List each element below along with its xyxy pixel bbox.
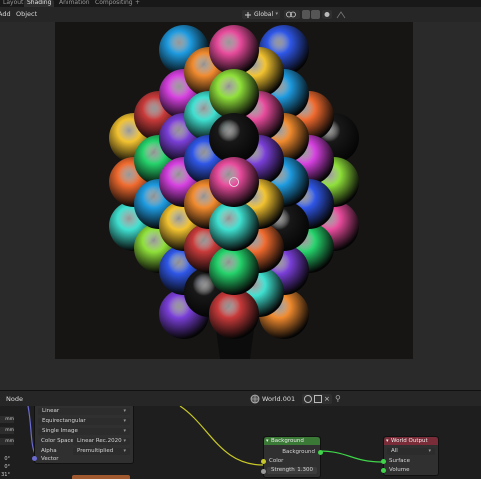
snap-mode-icon[interactable] bbox=[311, 10, 320, 19]
unlink-icon[interactable]: × bbox=[324, 394, 330, 404]
shader-link bbox=[317, 450, 385, 463]
strength-value: 1.300 bbox=[297, 467, 313, 473]
3d-viewport[interactable] bbox=[0, 22, 481, 390]
proportional-edit-icon[interactable] bbox=[322, 10, 332, 19]
sphere-cluster-render bbox=[109, 25, 359, 359]
collapse-arrow-icon[interactable]: ▾ bbox=[386, 437, 389, 445]
sphere bbox=[209, 113, 259, 163]
viewport-header: Add Object Global ▾ bbox=[0, 7, 481, 22]
sphere bbox=[209, 25, 259, 75]
alpha-label: Alpha bbox=[41, 448, 57, 454]
color-input-socket[interactable] bbox=[261, 459, 266, 464]
tab-shading[interactable]: Shading bbox=[24, 0, 55, 7]
strength-input-socket[interactable] bbox=[261, 469, 266, 474]
volume-input-socket[interactable] bbox=[381, 468, 386, 473]
add-workspace-button[interactable]: + bbox=[132, 0, 143, 7]
extension-value: Single Image bbox=[42, 428, 78, 434]
alpha-dropdown[interactable]: Premultiplied ▾ bbox=[73, 448, 130, 455]
chevron-down-icon: ▾ bbox=[123, 448, 126, 454]
orientation-icon bbox=[245, 11, 251, 18]
color-space-value: Linear Rec.2020 bbox=[77, 438, 122, 444]
unit-field-2[interactable]: mm bbox=[0, 427, 14, 434]
world-datablock-buttons: × bbox=[302, 394, 332, 404]
menu-object[interactable]: Object bbox=[16, 7, 37, 22]
chevron-down-icon: ▾ bbox=[123, 408, 126, 414]
render-preview bbox=[55, 22, 413, 359]
projection-dropdown[interactable]: Equirectangular ▾ bbox=[38, 418, 130, 425]
chevron-down-icon: ▾ bbox=[275, 11, 278, 17]
side-rotation-fields: 0° 0° 31° bbox=[0, 456, 12, 479]
tab-animation[interactable]: Animation bbox=[56, 0, 93, 7]
collapse-arrow-icon[interactable]: ▾ bbox=[266, 437, 269, 445]
world-name-field[interactable]: World.001 bbox=[262, 391, 295, 407]
target-dropdown[interactable]: All ▾ bbox=[387, 448, 435, 455]
workspace-tabs: Layout Shading Animation Compositing + bbox=[0, 0, 481, 7]
chevron-down-icon: ▾ bbox=[123, 438, 126, 444]
world-output-title: World Output bbox=[391, 438, 428, 444]
background-node-header[interactable]: ▾ Background bbox=[264, 437, 320, 445]
tab-compositing[interactable]: Compositing bbox=[92, 0, 136, 7]
sphere bbox=[209, 157, 259, 207]
color-label: Color bbox=[269, 458, 284, 464]
pivot-point-button[interactable] bbox=[284, 10, 300, 19]
link-icon bbox=[286, 11, 296, 18]
sphere bbox=[209, 289, 259, 339]
sphere bbox=[209, 245, 259, 295]
color-link bbox=[179, 406, 266, 466]
strength-field[interactable]: Strength 1.300 bbox=[267, 467, 317, 474]
rotation-z[interactable]: 31° bbox=[1, 472, 10, 478]
tab-layout[interactable]: Layout bbox=[0, 0, 26, 7]
interpolation-value: Linear bbox=[42, 408, 60, 414]
node-editor-header: Node World.001 × ⚲ bbox=[0, 390, 481, 407]
interpolation-dropdown[interactable]: Linear ▾ bbox=[38, 408, 130, 415]
strength-label: Strength bbox=[271, 467, 295, 473]
collapsed-node[interactable] bbox=[72, 475, 130, 479]
transform-orientation-dropdown[interactable]: Global ▾ bbox=[242, 10, 280, 19]
surface-label: Surface bbox=[389, 458, 410, 464]
snap-toggle[interactable] bbox=[302, 10, 310, 19]
world-output-node-header[interactable]: ▾ World Output bbox=[384, 437, 438, 445]
background-output-socket[interactable] bbox=[318, 450, 323, 455]
projection-value: Equirectangular bbox=[42, 418, 86, 424]
vector-input-socket[interactable] bbox=[32, 456, 37, 461]
alpha-value: Premultiplied bbox=[77, 448, 114, 454]
extension-dropdown[interactable]: Single Image ▾ bbox=[38, 428, 130, 435]
chevron-down-icon: ▾ bbox=[123, 428, 126, 434]
duplicate-icon[interactable] bbox=[314, 395, 322, 403]
menu-add[interactable]: Add bbox=[0, 7, 11, 22]
sphere bbox=[209, 201, 259, 251]
vector-label: Vector bbox=[41, 456, 59, 462]
node-editor[interactable]: mm mm mm 0° 0° 31° Linear ▾ Equirectangul… bbox=[0, 406, 481, 479]
color-space-label: Color Space bbox=[41, 438, 74, 444]
unit-field-1[interactable]: mm bbox=[0, 416, 14, 423]
color-space-dropdown[interactable]: Linear Rec.2020 ▾ bbox=[73, 438, 130, 445]
surface-input-socket[interactable] bbox=[381, 459, 386, 464]
sphere bbox=[209, 69, 259, 119]
background-node-title: Background bbox=[271, 438, 304, 444]
falloff-icon[interactable] bbox=[335, 10, 353, 19]
rotation-x[interactable]: 0° bbox=[4, 456, 10, 462]
world-icon[interactable] bbox=[250, 394, 260, 404]
volume-label: Volume bbox=[389, 467, 410, 473]
background-node[interactable]: ▾ Background Background Color Strength 1… bbox=[261, 436, 323, 478]
transform-orientation-label: Global bbox=[254, 11, 274, 18]
menu-node[interactable]: Node bbox=[6, 391, 23, 407]
side-unit-fields: mm mm mm bbox=[0, 408, 14, 448]
world-output-node[interactable]: ▾ World Output All ▾ Surface Volume bbox=[381, 436, 439, 476]
chevron-down-icon: ▾ bbox=[428, 448, 431, 454]
fake-user-icon[interactable] bbox=[304, 395, 312, 403]
unit-field-3[interactable]: mm bbox=[0, 438, 14, 445]
chevron-down-icon: ▾ bbox=[123, 418, 126, 424]
environment-texture-node[interactable]: Linear ▾ Equirectangular ▾ Single Image ▾ C… bbox=[32, 406, 134, 464]
pin-icon[interactable]: ⚲ bbox=[335, 391, 341, 407]
background-output-label: Background bbox=[282, 449, 315, 455]
rotation-y[interactable]: 0° bbox=[4, 464, 10, 470]
target-value: All bbox=[391, 448, 398, 454]
